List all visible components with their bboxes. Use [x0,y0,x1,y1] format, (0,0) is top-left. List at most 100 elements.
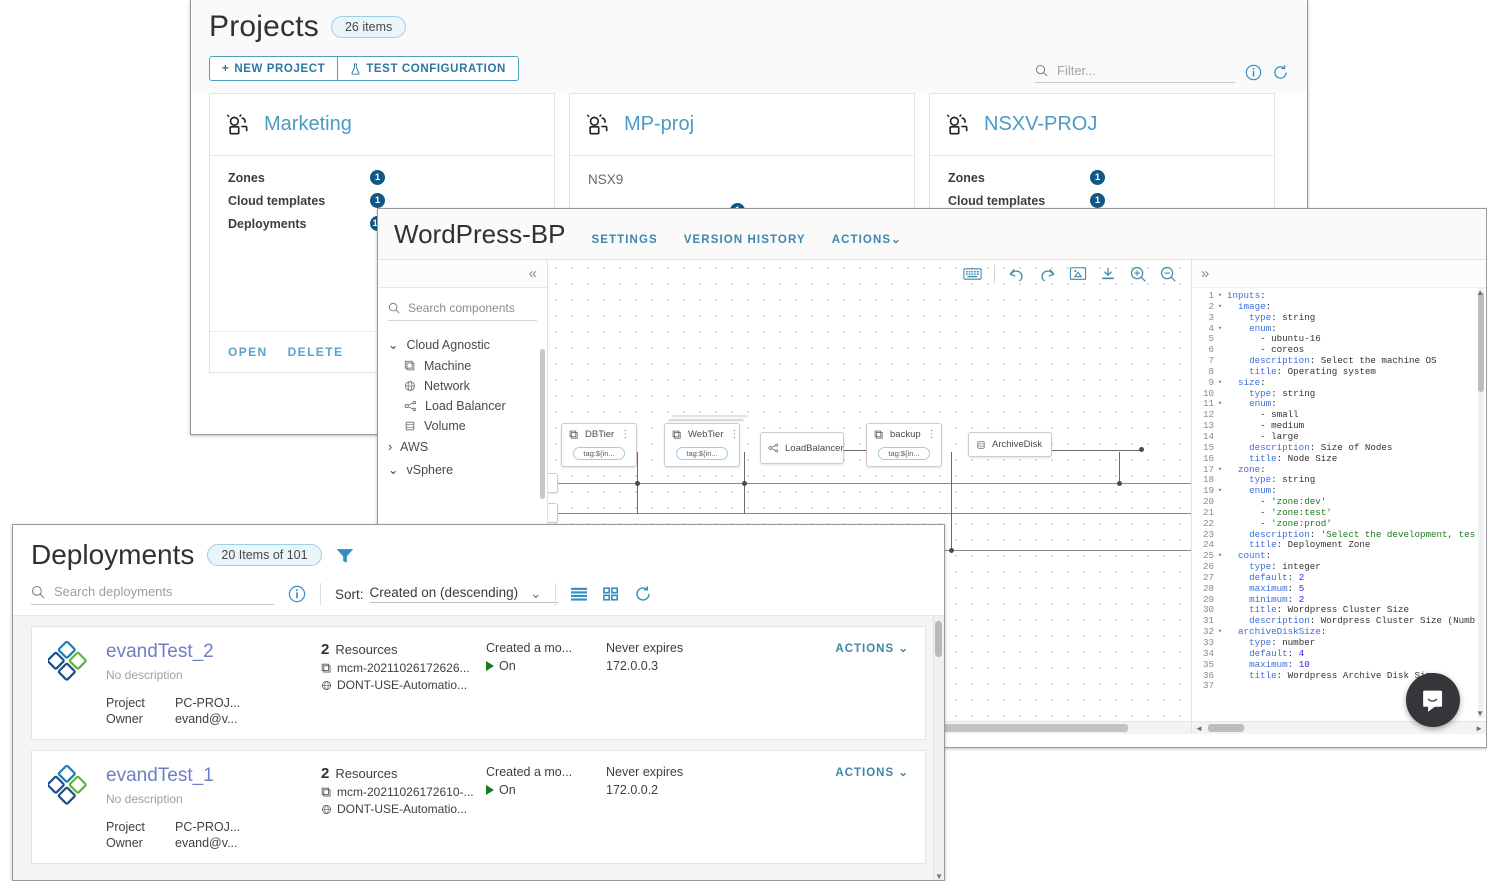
deployment-card[interactable]: evandTest_2 No description Project PC-PR… [31,626,926,740]
project-card-name[interactable]: MP-proj [624,113,694,136]
code-fold-toggle-icon[interactable]: ▾ [1218,465,1227,476]
chevron-down-icon: ⌄ [898,767,909,779]
info-icon[interactable] [288,585,306,603]
code-fold-toggle-icon[interactable]: ▾ [1218,302,1227,313]
sort-label: Sort: [335,586,364,602]
palette-item-machine[interactable]: Machine [378,356,547,376]
deployment-name[interactable]: evandTest_2 [106,641,321,663]
deployments-search-box[interactable] [31,583,274,605]
palette-item-load-balancer[interactable]: Load Balancer [378,396,547,416]
palette-item-network[interactable]: Network [378,376,547,396]
filter-funnel-icon[interactable] [335,546,355,565]
resource-count-row: 2 Resources [321,641,486,658]
canvas-node-backup[interactable]: backup ⋮ tag:${in... [866,423,942,467]
code-fold-toggle-icon[interactable]: ▾ [1218,627,1227,638]
deployment-actions-button[interactable]: ACTIONS ⌄ [835,765,909,849]
resource-row[interactable]: mcm-20211026172626... [321,661,486,675]
canvas-node-dbtier[interactable]: DBTier ⋮ tag:${in... [561,423,637,467]
sort-control[interactable]: Sort: Created on (descending) ⌄ [335,585,559,603]
deployments-toolbar: Sort: Created on (descending) ⌄ [31,583,926,615]
list-view-icon[interactable] [570,586,588,602]
deployment-description: No description [106,792,183,806]
code-vertical-scroll-thumb[interactable] [1478,292,1484,392]
refresh-icon[interactable] [634,585,652,603]
deployment-project-row: Project PC-PROJ... [106,696,321,710]
new-project-button[interactable]: + NEW PROJECT [209,56,339,81]
deployment-owner-row: Owner evand@v... [106,712,321,726]
resource-row[interactable]: DONT-USE-Automatio... [321,678,486,692]
component-search-box[interactable] [388,300,537,321]
deployment-actions-button[interactable]: ACTIONS ⌄ [835,641,909,725]
code-fold-toggle-icon[interactable]: ▾ [1218,551,1227,562]
keyboard-shortcuts-icon[interactable] [963,267,982,281]
deployments-scrollbar[interactable]: ▲ ▼ [933,616,944,880]
scroll-down-arrow-icon[interactable]: ▼ [1476,709,1484,718]
canvas-node-loadbalancer[interactable]: LoadBalancer [760,432,844,464]
support-chat-button[interactable] [1406,673,1460,727]
zoom-in-icon[interactable] [1129,265,1147,283]
node-menu-icon[interactable]: ⋮ [620,429,630,439]
collapse-palette-button[interactable]: « [378,260,547,288]
canvas-node-webtier[interactable]: WebTier ⋮ tag:${in... [664,423,740,467]
code-fold-toggle-icon[interactable]: ▾ [1218,324,1227,335]
refresh-icon[interactable] [1272,64,1289,81]
scroll-right-arrow-icon[interactable]: ► [1475,724,1483,733]
palette-group-aws[interactable]: › AWS [378,436,547,458]
deployments-scroll-thumb[interactable] [935,621,942,657]
filter-input[interactable] [1055,62,1235,79]
canvas-network-node-2[interactable]: WP-Network-P... [548,503,558,523]
code-fold-toggle-icon [1218,671,1227,682]
palette-item-volume[interactable]: Volume [378,416,547,436]
palette-group-cloud-agnostic[interactable]: ⌄ Cloud Agnostic [378,333,547,356]
deployment-name[interactable]: evandTest_1 [106,765,321,787]
palette-scrollbar[interactable] [540,349,545,499]
node-label: DBTier [585,429,615,440]
resource-row[interactable]: mcm-20211026172610-... [321,785,486,799]
code-fold-toggle-icon[interactable]: ▾ [1218,399,1227,410]
deployments-list[interactable]: evandTest_2 No description Project PC-PR… [13,615,944,880]
yaml-code-editor[interactable]: 1 ▾ inputs: 2 ▾ image: 3 type: string 4 ▾ enum:… [1192,288,1486,734]
download-icon[interactable] [1099,266,1117,282]
deployment-card[interactable]: evandTest_1 No description Project PC-PR… [31,750,926,864]
resource-row[interactable]: DONT-USE-Automatio... [321,802,486,816]
search-deployments-input[interactable] [52,583,274,600]
scroll-up-arrow-icon[interactable]: ▲ [1476,288,1484,297]
canvas-node-archivedisk[interactable]: ArchiveDisk [968,432,1052,457]
code-fold-toggle-icon[interactable]: ▾ [1218,378,1227,389]
delete-button[interactable]: DELETE [288,345,344,359]
code-fold-toggle-icon[interactable]: ▾ [1218,291,1227,302]
code-fold-toggle-icon [1218,584,1227,595]
node-menu-icon[interactable]: ⋮ [927,429,937,439]
zoom-out-icon[interactable] [1159,265,1177,283]
tab-version-history[interactable]: VERSION HISTORY [684,234,806,246]
code-lines[interactable]: 1 ▾ inputs: 2 ▾ image: 3 type: string 4 ▾ enum:… [1192,288,1486,692]
palette-group-vsphere[interactable]: ⌄ vSphere [378,458,547,481]
node-label: WebTier [688,429,724,440]
tab-actions[interactable]: ACTIONS⌄ [832,232,902,246]
deployment-icon-col [48,765,106,849]
test-configuration-button[interactable]: TEST CONFIGURATION [338,56,519,81]
node-menu-icon[interactable]: ⋮ [729,429,739,439]
undo-icon[interactable] [1007,266,1026,283]
tab-settings[interactable]: SETTINGS [591,234,657,246]
open-button[interactable]: OPEN [228,345,268,359]
fit-to-screen-icon[interactable] [1069,266,1087,282]
scroll-left-arrow-icon[interactable]: ◄ [1195,724,1203,733]
resource-word: Resources [335,766,398,781]
search-components-input[interactable] [406,300,537,316]
node-header: ArchiveDisk [969,439,1049,450]
grid-view-icon[interactable] [602,586,620,602]
chevron-down-icon[interactable]: ⌄ [530,586,541,602]
expand-code-panel-button[interactable]: » [1192,260,1486,288]
code-scroll-thumb[interactable] [1208,724,1244,732]
blueprint-toolbar: WordPress-BP SETTINGS VERSION HISTORY AC… [378,209,1486,260]
filter-box[interactable] [1035,62,1235,83]
redo-icon[interactable] [1038,266,1057,283]
code-fold-toggle-icon[interactable]: ▾ [1218,486,1227,497]
resource-label: DONT-USE-Automatio... [337,678,468,692]
project-card-name[interactable]: Marketing [264,113,352,136]
canvas-network-node-1[interactable]: WP-Network-P... [548,473,558,493]
project-card-name[interactable]: NSXV-PROJ [984,113,1097,136]
info-icon[interactable] [1245,64,1262,81]
scroll-down-arrow-icon[interactable]: ▼ [935,872,943,880]
